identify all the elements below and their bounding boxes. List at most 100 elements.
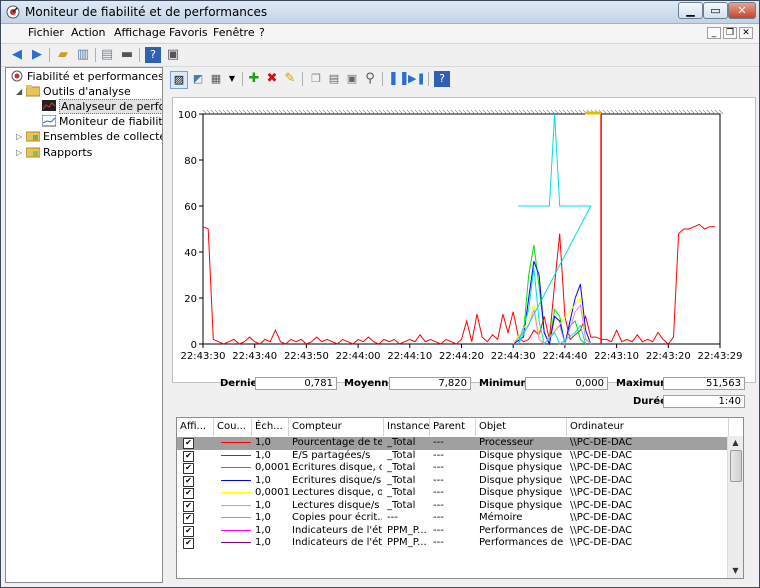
copy-properties-icon[interactable]: ❐ (308, 71, 324, 87)
table-row[interactable]: ✔ 0,0001Écritures disque, o... _Total --- Di… (177, 462, 729, 475)
parent-cell: --- (433, 462, 444, 473)
scrollbar-thumb[interactable] (730, 450, 742, 482)
top-hatch (202, 109, 208, 115)
toolbar-separator (382, 72, 383, 86)
duration-label: Durée (633, 396, 667, 407)
top-hatch (298, 109, 304, 115)
show-checkbox[interactable]: ✔ (183, 463, 194, 474)
column-header-object[interactable]: Objet (476, 418, 567, 436)
column-header-counter[interactable]: Compteur (289, 418, 384, 436)
close-button[interactable]: ✕ (728, 2, 756, 19)
tree-node-reports[interactable]: Rapports (26, 145, 92, 160)
maximize-button[interactable]: ▭ (703, 2, 728, 19)
menu-file[interactable]: Fichier (28, 26, 64, 39)
top-hatch (618, 109, 624, 115)
dropdown-arrow-icon[interactable]: ▼ (224, 71, 240, 87)
menu-help[interactable]: ? (259, 26, 265, 39)
up-folder-icon[interactable]: ▰ (55, 47, 71, 63)
performance-graph[interactable]: 100 80 60 40 20 0 22:43:30 22:43:40 22:43:50 22:4… (172, 97, 756, 383)
top-hatch (250, 109, 256, 115)
instance-cell: _Total (387, 462, 416, 473)
show-checkbox[interactable]: ✔ (183, 450, 194, 462)
change-graph-type-icon[interactable]: ▦ (208, 71, 224, 87)
table-row[interactable]: ✔ 0,0001Lectures disque, o... _Total --- Dis… (177, 487, 729, 500)
column-header-scale[interactable]: Éch... (252, 418, 289, 436)
highlight-icon[interactable]: ✎ (282, 71, 298, 87)
table-row[interactable]: ✔ 1,0 Écritures disque/s _Total --- Disque ph… (177, 475, 729, 488)
top-hatch (486, 109, 492, 115)
table-row[interactable]: ✔ 1,0 Indicateurs de l'ét... PPM_P... --- Per… (177, 525, 729, 538)
counter-cell: Pourcentage de te... (292, 437, 382, 448)
show-checkbox[interactable]: ✔ (183, 488, 194, 499)
collapse-triangle-icon[interactable]: ◢ (16, 87, 22, 96)
vertical-scrollbar[interactable]: ▲ ▼ (727, 436, 743, 578)
help-icon[interactable]: ? (145, 47, 161, 63)
top-hatch (382, 109, 388, 115)
tree-node-performance-analyzer[interactable]: Analyseur de performances (42, 99, 162, 114)
view-current-activity-icon[interactable]: ◩ (190, 71, 206, 87)
paste-counter-list-icon[interactable]: ▤ (326, 71, 342, 87)
line-chart: 100 80 60 40 20 022:43:30 22:43:40 22:43:50 22:4… (178, 109, 742, 362)
mdi-minimize-button[interactable]: _ (707, 27, 721, 39)
column-header-show[interactable]: Affi... (177, 418, 214, 436)
top-hatch (478, 109, 484, 115)
column-header-color[interactable]: Cou... (214, 418, 252, 436)
top-hatch (502, 109, 508, 115)
tree-node-root[interactable]: Fiabilité et performances (10, 69, 162, 84)
show-checkbox[interactable]: ✔ (183, 438, 194, 449)
table-row[interactable]: ✔ 1,0 Lectures disque/s _Total --- Disque phy… (177, 500, 729, 513)
instance-cell: PPM_P... (387, 524, 427, 536)
tree-node-data-collector-sets[interactable]: Ensembles de collecteurs de données (26, 129, 162, 144)
top-hatch (238, 109, 244, 115)
show-hide-tree-icon[interactable]: ▥ (75, 47, 91, 63)
top-hatch (350, 109, 356, 115)
properties-icon[interactable]: ▣ (344, 71, 360, 87)
computer-cell: \\PC-DE-DAC (570, 474, 633, 486)
scroll-up-icon[interactable]: ▲ (728, 436, 743, 450)
reports-folder-icon (26, 147, 40, 158)
menu-view[interactable]: Affichage (114, 26, 166, 39)
expand-triangle-icon[interactable]: ▷ (16, 132, 22, 141)
table-row[interactable]: ✔ 1,0 E/S partagées/s _Total --- Disque physi… (177, 450, 729, 463)
minimize-button[interactable]: ▁ (678, 2, 703, 19)
tree-node-reliability-monitor[interactable]: Moniteur de fiabilité (42, 114, 162, 129)
show-checkbox[interactable]: ✔ (183, 538, 194, 549)
zoom-icon[interactable]: ⚲ (362, 71, 378, 87)
pause-icon[interactable]: ❚❚ (388, 71, 410, 87)
counter-list: Affi... Cou... Éch... Compteur Instance … (176, 417, 744, 579)
show-checkbox[interactable]: ✔ (183, 475, 194, 487)
show-checkbox[interactable]: ✔ (183, 500, 194, 512)
expand-triangle-icon[interactable]: ▷ (16, 148, 22, 157)
tree-node-analysis-tools[interactable]: Outils d'analyse (26, 84, 131, 99)
back-arrow-icon[interactable]: ◀ (9, 47, 25, 63)
last-value: 0,781 (255, 377, 337, 390)
table-row[interactable]: ✔ 1,0 Copies pour écrit... --- --- Mémoire \\P… (177, 512, 729, 525)
column-header-computer[interactable]: Ordinateur (567, 418, 729, 436)
mdi-close-button[interactable]: ✕ (739, 27, 753, 39)
delete-counter-icon[interactable]: ✖ (264, 71, 280, 87)
show-checkbox[interactable]: ✔ (183, 525, 194, 537)
top-hatch (314, 109, 320, 115)
menu-favorites[interactable]: Favoris (169, 26, 208, 39)
table-row[interactable]: ✔ 1,0 Indicateurs de l'ét... PPM_P... --- Per… (177, 537, 729, 550)
mdi-restore-button[interactable]: ❐ (723, 27, 737, 39)
view-graph-icon[interactable]: ▨ (170, 71, 188, 89)
forward-arrow-icon[interactable]: ▶ (29, 47, 45, 63)
menu-action[interactable]: Action (71, 26, 105, 39)
menu-window[interactable]: Fenêtre (213, 26, 255, 39)
help-icon[interactable]: ? (434, 71, 450, 87)
update-data-icon[interactable]: ▶❚ (408, 71, 426, 87)
perfmon-app-icon (6, 5, 20, 19)
column-header-parent[interactable]: Parent (430, 418, 476, 436)
top-hatch (558, 109, 564, 115)
x-tick-label: 22:43:50 (284, 351, 329, 362)
add-counter-icon[interactable]: ✚ (246, 71, 262, 87)
show-checkbox[interactable]: ✔ (183, 513, 194, 524)
collector-folder-icon (26, 131, 40, 142)
scroll-down-icon[interactable]: ▼ (728, 564, 743, 578)
properties-icon[interactable]: ▣ (165, 47, 181, 63)
print-icon[interactable]: ▬ (119, 47, 135, 63)
export-list-icon[interactable]: ▤ (99, 47, 115, 63)
table-row[interactable]: ✔ 1,0 Pourcentage de te... _Total --- Process… (177, 437, 729, 450)
column-header-instance[interactable]: Instance (384, 418, 430, 436)
